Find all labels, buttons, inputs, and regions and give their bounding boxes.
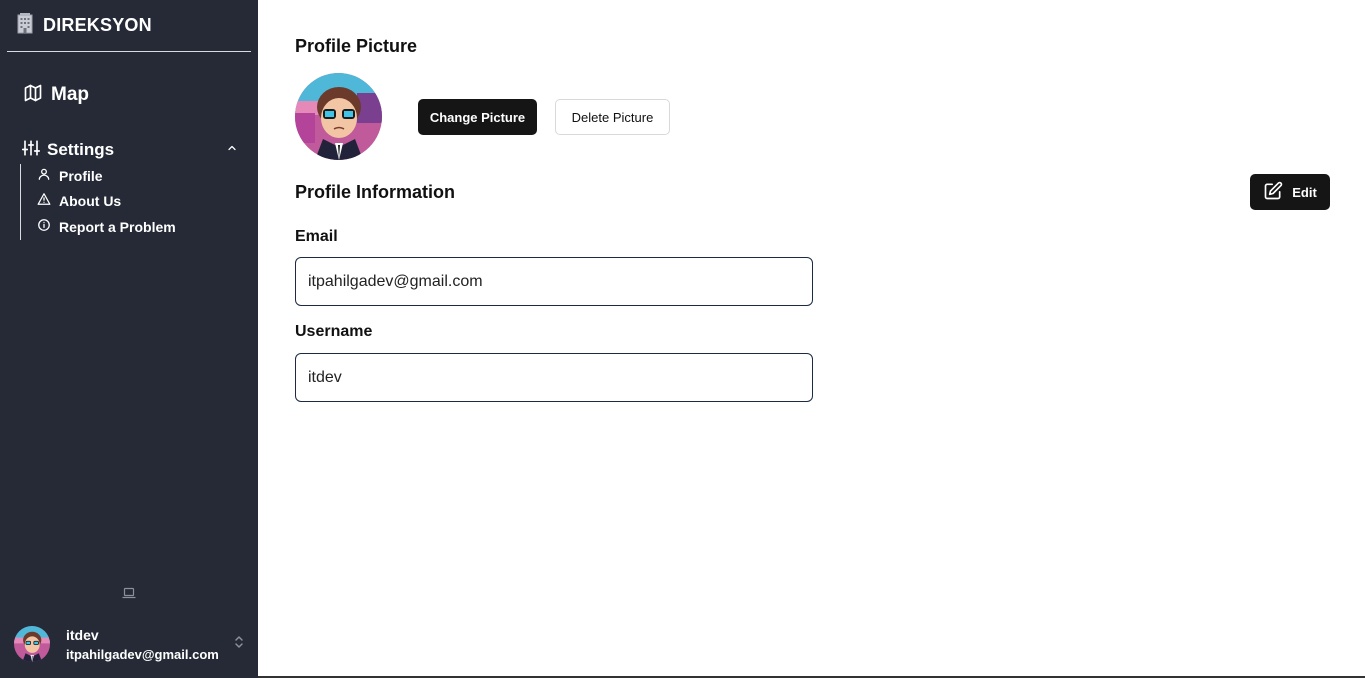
laptop-icon[interactable] [122,586,136,599]
sidebar-divider [7,51,251,52]
delete-picture-button[interactable]: Delete Picture [555,99,670,135]
sidebar-item-label: About Us [59,193,122,209]
building-icon [15,12,35,39]
sidebar-item-settings[interactable]: Settings [21,138,238,162]
profile-information-heading: Profile Information [295,182,456,202]
sidebar-item-map[interactable]: Map [23,82,89,108]
user-menu[interactable]: itdev itpahilgadev@gmail.com [14,624,244,664]
chevron-up-down-icon[interactable] [234,635,244,654]
warning-triangle-icon [37,192,51,211]
brand-name: DIREKSYON [43,14,152,35]
sidebar: DIREKSYON Map Settings Profile About Us … [0,0,258,678]
settings-subnav: Profile About Us Report a Problem [20,164,220,240]
edit-icon [1263,181,1283,204]
sidebar-item-profile[interactable]: Profile [37,166,103,186]
email-field[interactable] [295,257,813,306]
user-name: itdev [66,626,99,643]
username-field[interactable] [295,353,813,402]
sliders-icon [21,139,41,162]
sidebar-item-report-problem[interactable]: Report a Problem [37,217,176,237]
profile-picture [295,73,382,160]
sidebar-item-label: Profile [59,168,103,184]
user-icon [37,167,51,186]
username-label: Username [295,323,373,340]
sidebar-item-label: Settings [47,140,115,159]
sidebar-item-label: Report a Problem [59,219,176,235]
email-label: Email [295,228,338,245]
sidebar-item-about-us[interactable]: About Us [37,191,121,211]
avatar [14,626,50,662]
user-email: itpahilgadev@gmail.com [66,646,219,662]
change-picture-button[interactable]: Change Picture [418,99,537,135]
profile-picture-heading: Profile Picture [295,36,418,56]
sidebar-item-label: Map [51,84,89,105]
chevron-up-icon[interactable] [226,141,238,159]
edit-button-label: Edit [1292,184,1317,200]
map-icon [23,83,43,108]
info-circle-icon [37,218,51,237]
edit-button[interactable]: Edit [1250,174,1330,210]
brand[interactable]: DIREKSYON [15,12,152,38]
